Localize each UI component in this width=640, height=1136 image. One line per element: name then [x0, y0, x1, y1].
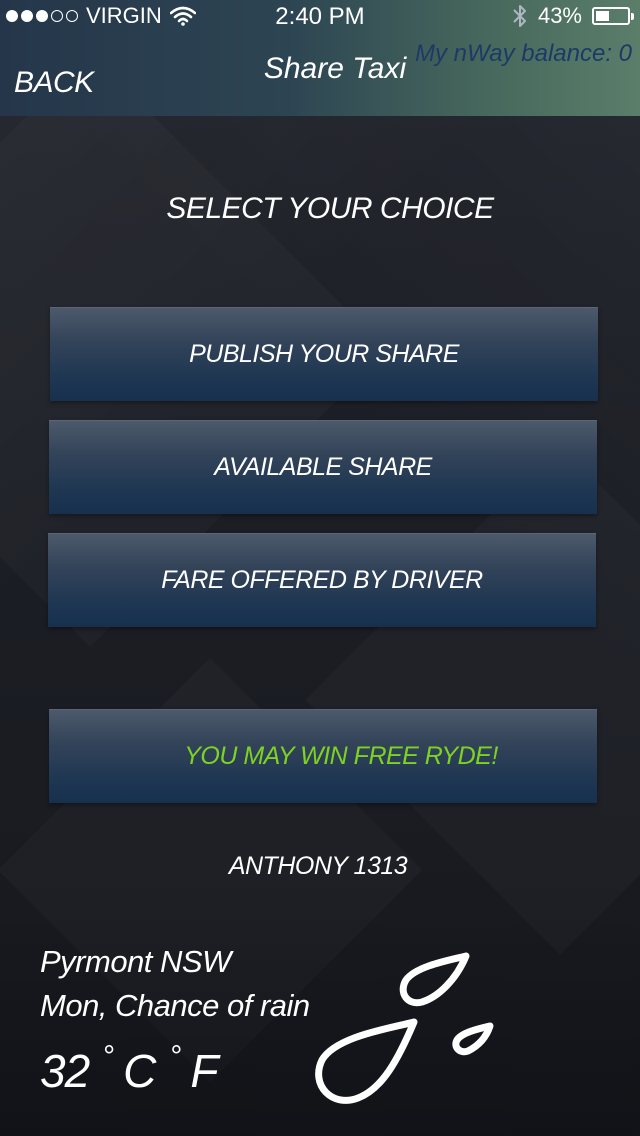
temperature-value: 32 [40, 1045, 90, 1097]
nav-header: VIRGIN 2:40 PM 43% BACK Share Taxi My nW… [0, 0, 640, 116]
weather-forecast: Mon, Chance of rain [40, 988, 310, 1023]
available-share-button[interactable]: AVAILABLE SHARE [49, 420, 597, 514]
battery-icon [592, 7, 634, 25]
section-title: SELECT YOUR CHOICE [166, 192, 494, 225]
degree-symbol: ° [103, 1040, 116, 1073]
fare-offered-by-driver-button[interactable]: FARE OFFERED BY DRIVER [48, 533, 596, 627]
nway-balance: My nWay balance: 0 [415, 40, 632, 67]
battery-percent: 43% [537, 3, 582, 28]
battery-fill [596, 11, 609, 21]
win-free-ryde-button[interactable]: YOU MAY WIN FREE RYDE! [49, 709, 597, 803]
publish-share-button[interactable]: PUBLISH YOUR SHARE [50, 307, 598, 401]
rain-drops-icon [315, 952, 494, 1104]
fahrenheit-toggle[interactable]: F [190, 1044, 218, 1098]
username-label: ANTHONY 1313 [228, 852, 408, 880]
bluetooth-icon [513, 5, 526, 27]
weather-location: Pyrmont NSW [40, 944, 231, 979]
battery-tip [631, 13, 634, 20]
weather-temperature-row: 32 ° C ° F [40, 1040, 219, 1098]
celsius-toggle[interactable]: C [123, 1044, 156, 1098]
status-bar: VIRGIN 2:40 PM 43% [0, 0, 640, 36]
degree-symbol: ° [170, 1040, 183, 1073]
status-right: 43% [512, 3, 634, 29]
